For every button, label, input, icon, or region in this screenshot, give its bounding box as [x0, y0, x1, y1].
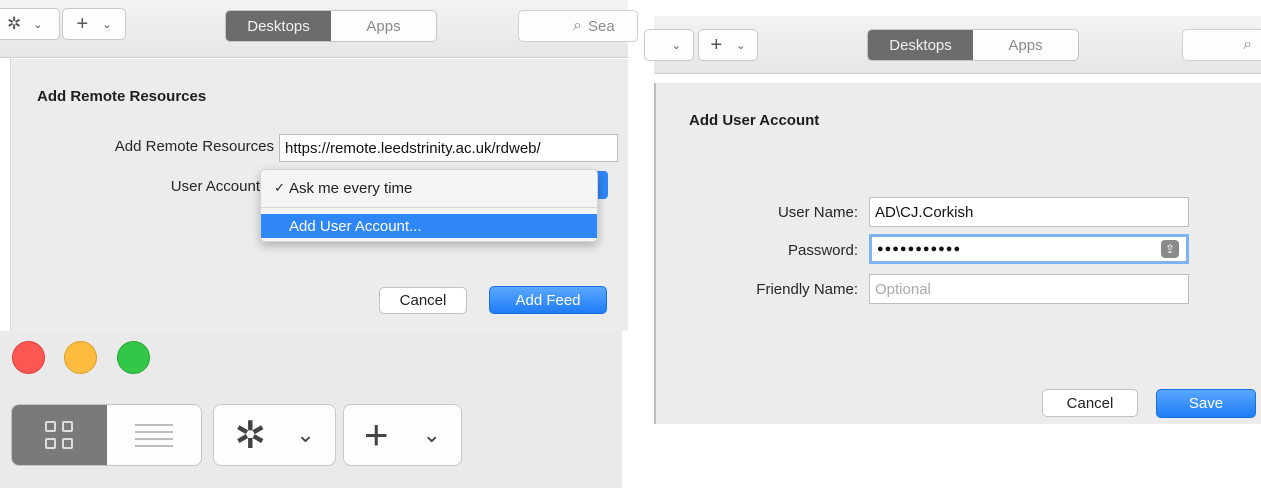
- feed-url-input[interactable]: https://remote.leedstrinity.ac.uk/rdweb/: [279, 134, 618, 162]
- cancel-button[interactable]: Cancel: [379, 287, 467, 314]
- plus-icon: +: [364, 411, 389, 458]
- add-user-account-dialog: Add User Account User Name: AD\CJ.Corkis…: [654, 83, 1261, 424]
- gear-icon: ✲: [7, 14, 22, 33]
- user-account-label: User Account: [170, 178, 260, 195]
- checkmark-icon: ✓: [274, 180, 285, 195]
- left-toolbar: ✲ ⌄ + ⌄ Desktops Apps ⌕ Sea: [0, 0, 638, 58]
- menu-item-add-user-account[interactable]: Add User Account...: [261, 214, 597, 238]
- minimize-window-button[interactable]: [64, 341, 97, 374]
- settings-menu-button[interactable]: ✲ ⌄: [0, 8, 60, 40]
- dialog-heading: Add Remote Resources: [37, 88, 207, 105]
- search-icon: ⌕: [573, 17, 582, 34]
- username-input[interactable]: AD\CJ.Corkish: [869, 197, 1189, 227]
- chevron-down-icon: ⌄: [296, 422, 315, 447]
- zoom-window-button[interactable]: [117, 341, 150, 374]
- password-input[interactable]: ●●●●●●●●●●●: [869, 234, 1189, 264]
- search-field[interactable]: ⌕ Sea: [518, 10, 638, 42]
- username-label: User Name:: [777, 204, 858, 221]
- search-icon: ⌕: [1243, 36, 1252, 53]
- menu-item-label: Ask me every time: [289, 179, 413, 197]
- url-label: Add Remote Resources: [114, 138, 274, 155]
- password-label: Password:: [787, 242, 858, 259]
- caps-lock-icon: ⇪: [1161, 240, 1179, 258]
- settings-menu-button-large[interactable]: ✲ ⌄: [213, 404, 336, 466]
- close-window-button[interactable]: [12, 341, 45, 374]
- add-menu-button-large[interactable]: + ⌄: [343, 404, 462, 466]
- add-menu-button[interactable]: + ⌄: [62, 8, 126, 40]
- right-toolbar: ⌄ + ⌄ Desktops Apps ⌕: [644, 16, 1261, 74]
- list-view-button[interactable]: [106, 405, 201, 465]
- friendly-name-placeholder: Optional: [875, 280, 931, 298]
- add-feed-button[interactable]: Add Feed: [489, 286, 607, 314]
- menu-separator: [261, 207, 597, 208]
- grid-view-button[interactable]: [12, 405, 107, 465]
- tab-desktops[interactable]: Desktops: [868, 30, 973, 60]
- chevron-down-icon: ⌄: [736, 39, 746, 52]
- tab-apps[interactable]: Apps: [331, 11, 436, 41]
- plus-icon: +: [76, 12, 89, 35]
- tab-desktops[interactable]: Desktops: [226, 11, 331, 41]
- list-icon: [134, 423, 173, 447]
- dialog-heading: Add User Account: [689, 112, 820, 129]
- password-dots: ●●●●●●●●●●●: [877, 243, 962, 255]
- user-account-menu: ✓ Ask me every time Add User Account...: [260, 169, 598, 242]
- friendly-name-input[interactable]: Optional: [869, 274, 1189, 304]
- search-field[interactable]: ⌕: [1182, 29, 1261, 61]
- cancel-button[interactable]: Cancel: [1042, 389, 1138, 417]
- plus-icon: +: [710, 33, 723, 56]
- view-segmented-control: Desktops Apps: [225, 10, 437, 42]
- menu-item-label: Add User Account...: [289, 217, 422, 235]
- grid-icon: [45, 421, 74, 449]
- add-menu-button[interactable]: + ⌄: [698, 29, 758, 61]
- view-mode-control: [11, 404, 202, 466]
- save-button[interactable]: Save: [1156, 389, 1256, 418]
- settings-menu-button[interactable]: ⌄: [644, 29, 694, 61]
- gear-icon: ✲: [234, 414, 267, 457]
- tab-apps[interactable]: Apps: [973, 30, 1078, 60]
- chevron-down-icon: ⌄: [102, 18, 112, 31]
- chevron-down-icon: ⌄: [33, 18, 43, 31]
- chevron-down-icon: ⌄: [422, 422, 441, 447]
- view-segmented-control: Desktops Apps: [867, 29, 1079, 61]
- friendly-name-label: Friendly Name:: [756, 281, 858, 298]
- add-remote-resources-dialog: Add Remote Resources Add Remote Resource…: [10, 59, 628, 331]
- chevron-down-icon: ⌄: [671, 39, 681, 52]
- window-titlebar-zoomed: ✲ ⌄ + ⌄: [0, 331, 622, 488]
- menu-item-ask-every-time[interactable]: ✓ Ask me every time: [261, 175, 597, 201]
- search-text: Sea: [587, 17, 615, 35]
